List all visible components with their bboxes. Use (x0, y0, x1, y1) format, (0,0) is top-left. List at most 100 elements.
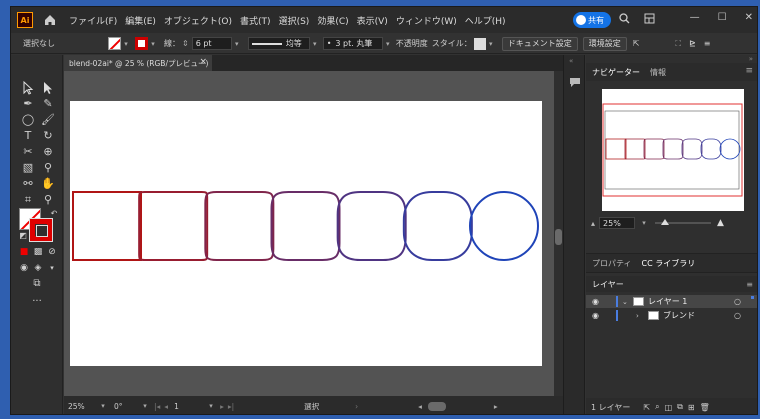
comments-icon[interactable] (569, 77, 581, 88)
stroke-swatch[interactable] (135, 37, 148, 50)
gradient-mode-icon[interactable]: ▩ (31, 245, 45, 259)
chevron-down-icon[interactable]: ⌄ (622, 298, 628, 306)
chevron-down-icon[interactable]: ▾ (232, 40, 242, 48)
status-menu-icon[interactable]: › (355, 402, 358, 411)
menu-help[interactable]: ヘルプ(H) (465, 14, 506, 27)
layers-title[interactable]: レイヤー (592, 279, 624, 290)
panel-menu-icon[interactable]: ≡ (704, 39, 711, 48)
stroke-weight-field[interactable]: 6 pt (191, 37, 232, 50)
rotation-angle[interactable]: 0° (114, 400, 140, 412)
hand-tool-icon[interactable]: ✋ (41, 177, 55, 191)
opacity-label[interactable]: 不透明度 (396, 38, 428, 49)
gradient-tool-icon[interactable]: ▧ (21, 161, 35, 175)
panel-menu-icon[interactable]: ≡ (746, 280, 753, 289)
selection-tool-icon[interactable] (21, 80, 35, 95)
pen-tool-icon[interactable]: ✒ (21, 97, 35, 111)
zoom-level[interactable]: 25% (68, 400, 98, 412)
artboard-number[interactable]: 1 (174, 400, 206, 412)
screen-mode-icon[interactable]: ⧉ (30, 277, 44, 291)
zoom-out-mountain-icon[interactable]: ▴ (591, 219, 595, 228)
layer-row[interactable]: ◉ ⌄ レイヤー 1 ○ (586, 295, 757, 308)
chevron-down-icon[interactable]: ▾ (140, 402, 150, 410)
draw-normal-icon[interactable]: ◉ (17, 261, 31, 275)
chevron-down-icon[interactable]: ▾ (206, 402, 216, 410)
edit-toolbar-icon[interactable]: ··· (30, 295, 44, 309)
vertical-scrollbar[interactable] (554, 71, 563, 396)
prev-artboard-icon[interactable]: ◂ (164, 402, 168, 411)
chevron-down-icon[interactable]: ▾ (486, 40, 496, 48)
chevron-down-icon[interactable]: ▾ (98, 402, 108, 410)
menu-type[interactable]: 書式(T) (240, 14, 271, 27)
collapse-arrows-icon[interactable]: « (569, 57, 573, 65)
transform-icon[interactable]: ⛶ (675, 39, 681, 49)
panel-menu-icon[interactable]: ≡ (745, 66, 753, 76)
share-button[interactable]: 共有 (573, 12, 611, 28)
menu-effect[interactable]: 効果(C) (317, 14, 348, 27)
zoom-tool-icon[interactable]: ⚲ (41, 193, 55, 207)
rotate-tool-icon[interactable]: ↻ (41, 129, 55, 143)
none-mode-icon[interactable]: ⊘ (45, 245, 59, 259)
align-icon[interactable]: ⊵ (689, 39, 696, 48)
vertical-scroll-thumb[interactable] (555, 229, 562, 245)
blend-step-shape[interactable] (72, 191, 142, 261)
horizontal-scroll-thumb[interactable] (427, 401, 446, 411)
home-icon[interactable] (43, 13, 57, 27)
blend-step-shape[interactable] (468, 190, 540, 262)
fill-swatch[interactable] (108, 37, 121, 50)
target-circle-icon[interactable]: ○ (734, 311, 741, 320)
paintbrush-tool-icon[interactable]: 🖌 (41, 113, 55, 127)
artboard[interactable] (70, 101, 542, 366)
close-icon[interactable]: ✕ (745, 12, 753, 23)
zoom-in-mountain-icon[interactable]: ▲ (717, 218, 724, 228)
document-setup-button[interactable]: ドキュメント設定 (501, 36, 578, 51)
layer-row[interactable]: ◉ › ブレンド ○ (586, 309, 757, 322)
graphic-style-swatch[interactable] (473, 37, 486, 50)
scroll-right-icon[interactable]: ▸ (494, 402, 498, 411)
visibility-eye-icon[interactable]: ◉ (592, 297, 599, 306)
navigator-preview[interactable] (602, 89, 744, 211)
draw-behind-icon[interactable]: ◈ (31, 261, 45, 275)
first-artboard-icon[interactable]: |◂ (154, 402, 160, 411)
blend-step-shape[interactable] (138, 191, 209, 261)
select-similar-icon[interactable]: ⇱ (633, 39, 640, 48)
variable-width-profile[interactable]: 均等 (247, 37, 310, 50)
brush-definition[interactable]: • 3 pt. 丸筆 (322, 37, 383, 50)
navigator-zoom-field[interactable]: 25% (599, 217, 636, 229)
new-sublayer-icon[interactable]: ⧉ (677, 402, 683, 412)
menu-object[interactable]: オブジェクト(O) (164, 14, 232, 27)
search-icon[interactable] (619, 13, 630, 24)
export-icon[interactable]: ⇱ (643, 403, 650, 412)
clipping-mask-icon[interactable]: ◫ (665, 403, 673, 412)
blend-steps[interactable] (72, 190, 540, 262)
type-tool-icon[interactable]: T (21, 129, 35, 143)
chevron-down-icon[interactable]: ▾ (45, 261, 59, 275)
layer-name[interactable]: レイヤー 1 (648, 296, 687, 307)
menu-view[interactable]: 表示(V) (357, 14, 388, 27)
chevron-down-icon[interactable]: ▾ (310, 40, 320, 48)
chevron-down-icon[interactable]: ▾ (121, 40, 131, 48)
blend-step-shape[interactable] (336, 191, 407, 261)
sublayer-name[interactable]: ブレンド (663, 310, 695, 321)
scroll-left-icon[interactable]: ◂ (418, 402, 422, 411)
artboard-tool-icon[interactable]: ⌗ (21, 193, 35, 207)
preferences-button[interactable]: 環境設定 (582, 36, 627, 51)
stroke-color-swatch[interactable] (29, 218, 53, 242)
menu-window[interactable]: ウィンドウ(W) (396, 14, 457, 27)
target-circle-icon[interactable]: ○ (734, 297, 741, 306)
ellipse-tool-icon[interactable]: ◯ (21, 113, 35, 127)
next-artboard-icon[interactable]: ▸ (220, 402, 224, 411)
arrange-documents-icon[interactable] (644, 13, 655, 24)
last-artboard-icon[interactable]: ▸| (228, 402, 234, 411)
blend-tool-icon[interactable]: ⚯ (21, 177, 35, 191)
new-layer-icon[interactable]: ⊞ (688, 403, 695, 412)
color-mode-icon[interactable]: ■ (17, 245, 31, 259)
close-tab-icon[interactable]: × (199, 57, 207, 67)
curvature-tool-icon[interactable]: ✎ (41, 97, 55, 111)
blend-step-shape[interactable] (402, 191, 473, 261)
blend-artwork[interactable] (70, 101, 542, 366)
menu-file[interactable]: ファイル(F) (69, 14, 117, 27)
tab-cc-libraries[interactable]: CC ライブラリ (642, 258, 696, 269)
locate-object-icon[interactable]: ⌕ (655, 402, 659, 412)
chevron-right-icon[interactable]: › (636, 312, 639, 320)
menu-select[interactable]: 選択(S) (279, 14, 310, 27)
